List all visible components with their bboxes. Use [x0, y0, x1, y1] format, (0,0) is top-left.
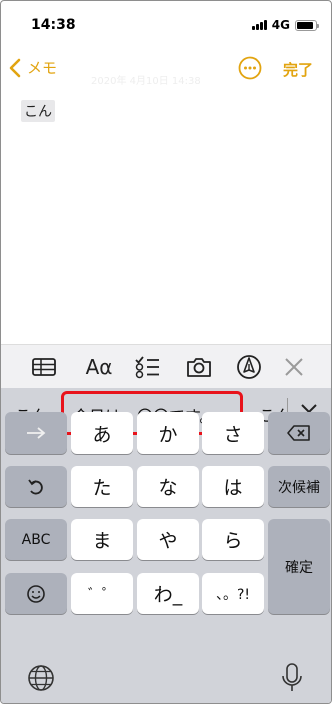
note-date: 2020年 4月10日 14:38	[91, 76, 201, 87]
key-na[interactable]: な	[137, 466, 199, 507]
back-button[interactable]: メモ	[9, 57, 57, 78]
phone-screen: 14:38 4G メモ 2020年 4月10日 14:38 完了 こん Aα あ…	[0, 0, 332, 704]
key-ya[interactable]: や	[137, 519, 199, 560]
undo-key[interactable]	[5, 466, 67, 507]
nav-bar: メモ 2020年 4月10日 14:38 完了	[1, 51, 331, 87]
checklist-icon[interactable]	[133, 353, 161, 381]
microphone-icon[interactable]	[281, 662, 303, 694]
arrow-right-key[interactable]	[5, 412, 67, 454]
note-toolbar: Aα	[1, 344, 331, 388]
emoji-icon	[27, 584, 45, 603]
key-ta[interactable]: た	[71, 466, 133, 507]
text-format-icon[interactable]: Aα	[82, 353, 116, 381]
key-wa[interactable]: わ_	[137, 573, 199, 614]
key-ra[interactable]: ら	[202, 519, 264, 560]
delete-icon	[287, 425, 310, 441]
chevron-left-icon	[9, 58, 21, 77]
undo-icon	[28, 478, 43, 494]
signal-icon	[251, 20, 267, 30]
back-label: メモ	[27, 59, 58, 77]
done-button[interactable]: 完了	[283, 59, 313, 80]
arrow-right-icon	[27, 427, 46, 439]
globe-icon[interactable]	[27, 664, 55, 692]
confirm-key[interactable]: 確定	[268, 519, 330, 614]
camera-icon[interactable]	[185, 353, 213, 381]
clock: 14:38	[31, 17, 76, 33]
next-candidate-key[interactable]: 次候補	[268, 466, 330, 507]
key-ma[interactable]: ま	[71, 519, 133, 560]
markup-icon[interactable]	[235, 353, 263, 381]
key-ka[interactable]: か	[137, 412, 199, 454]
more-icon[interactable]	[238, 56, 262, 80]
key-punctuation[interactable]: 、。?!	[202, 573, 264, 614]
abc-key[interactable]: ABC	[5, 519, 67, 560]
key-sa[interactable]: さ	[202, 412, 264, 454]
status-indicators: 4G	[251, 18, 319, 32]
network-label: 4G	[271, 18, 290, 32]
key-a[interactable]: あ	[71, 412, 133, 454]
close-icon[interactable]	[280, 353, 308, 381]
keyboard: こん 今日は、〇〇です。 こん あ か さ	[1, 388, 331, 703]
status-bar: 14:38 4G	[1, 1, 331, 45]
key-dakuten[interactable]: ゛゜	[71, 573, 133, 614]
emoji-key[interactable]	[5, 573, 67, 614]
key-ha[interactable]: は	[202, 466, 264, 507]
note-text[interactable]: こん	[21, 100, 55, 122]
battery-icon	[295, 19, 319, 31]
table-icon[interactable]	[30, 353, 58, 381]
delete-key[interactable]	[268, 412, 330, 454]
